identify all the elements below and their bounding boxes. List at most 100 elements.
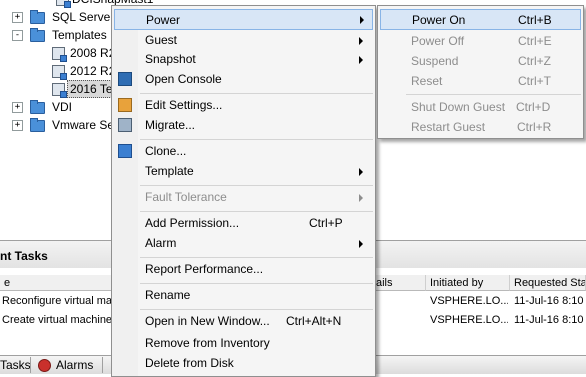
menu-item-shortcut: Ctrl+P [309, 216, 343, 230]
menu-item-edit-settings[interactable]: Edit Settings... [114, 95, 373, 116]
menu-item-template[interactable]: Template [114, 161, 373, 182]
menu-item-shortcut: Ctrl+B [518, 13, 552, 27]
menu-item-label: Shut Down Guest [411, 100, 506, 114]
folder-icon [30, 10, 45, 24]
menu-item-power-on[interactable]: Power On Ctrl+B [380, 9, 581, 30]
menu-item-open-new-window[interactable]: Open in New Window... Ctrl+Alt+N [114, 311, 373, 332]
menu-item-label: Power [146, 13, 181, 27]
menu-separator [140, 139, 373, 140]
menu-item-label: Add Permission... [145, 216, 240, 230]
migrate-icon [118, 118, 132, 132]
tree-item-label: Vmware Se [52, 118, 115, 132]
menu-item-label: Alarm [145, 236, 177, 250]
menu-item-shortcut: Ctrl+E [518, 34, 552, 48]
template-icon [52, 65, 67, 80]
power-submenu: Power On Ctrl+B Power Off Ctrl+E Suspend… [377, 5, 584, 139]
submenu-arrow-icon [359, 37, 363, 45]
tab-divider [30, 357, 31, 373]
menu-item-snapshot[interactable]: Snapshot [114, 49, 373, 70]
tasks-tab[interactable]: Tasks [0, 358, 31, 373]
menu-item-label: Reset [411, 74, 443, 88]
requested-start-cell: 11-Jul-16 8:10 [514, 295, 584, 307]
menu-item-delete-from-disk[interactable]: Delete from Disk [114, 353, 373, 374]
tree-item-label: 2012 R2 [70, 64, 116, 78]
tree-item-label: 2016 Te [67, 80, 116, 98]
column-header-details[interactable]: ails [372, 275, 426, 291]
tree-item-label: 2008 R2 [70, 46, 116, 60]
menu-item-label: Guest [145, 33, 178, 47]
initiated-by-cell: VSPHERE.LO... [430, 314, 508, 326]
menu-separator [140, 283, 373, 284]
folder-icon [30, 100, 45, 114]
template-icon [52, 47, 67, 62]
menu-item-guest[interactable]: Guest [114, 30, 373, 51]
menu-item-shut-down-guest[interactable]: Shut Down Guest Ctrl+D [380, 97, 581, 118]
menu-item-reset[interactable]: Reset Ctrl+T [380, 71, 581, 92]
menu-item-label: Restart Guest [411, 120, 486, 134]
menu-separator [140, 93, 373, 94]
tree-item-label: VDI [52, 100, 73, 114]
menu-item-fault-tolerance[interactable]: Fault Tolerance [114, 187, 373, 208]
menu-item-label: Fault Tolerance [145, 190, 227, 204]
vm-icon [56, 0, 71, 8]
template-icon [52, 83, 67, 98]
menu-separator [140, 257, 373, 258]
menu-item-label: Power Off [411, 34, 465, 48]
console-icon [118, 72, 132, 86]
menu-item-alarm[interactable]: Alarm [114, 233, 373, 254]
menu-item-power-off[interactable]: Power Off Ctrl+E [380, 31, 581, 52]
expand-icon[interactable]: + [12, 12, 23, 23]
submenu-arrow-icon [359, 56, 363, 64]
menu-item-label: Open Console [145, 72, 222, 86]
clone-icon [118, 144, 132, 158]
menu-item-suspend[interactable]: Suspend Ctrl+Z [380, 51, 581, 72]
menu-item-report-performance[interactable]: Report Performance... [114, 259, 373, 280]
menu-item-shortcut: Ctrl+R [517, 120, 552, 134]
menu-item-label: Delete from Disk [145, 356, 234, 370]
expand-icon[interactable]: + [12, 102, 23, 113]
alarms-tab[interactable]: Alarms [56, 358, 93, 373]
submenu-arrow-icon [359, 168, 363, 176]
initiated-by-cell: VSPHERE.LO... [430, 295, 508, 307]
expand-icon[interactable]: + [12, 120, 23, 131]
menu-item-shortcut: Ctrl+D [516, 100, 551, 114]
menu-item-restart-guest[interactable]: Restart Guest Ctrl+R [380, 117, 581, 138]
menu-item-power[interactable]: Power [114, 9, 373, 30]
context-menu: Power Guest Snapshot Open Console Edit S… [111, 5, 376, 377]
tree-item-label: Templates [52, 28, 107, 42]
menu-item-label: Template [145, 164, 194, 178]
menu-item-label: Power On [412, 13, 466, 27]
tab-divider [102, 357, 103, 373]
menu-item-label: Report Performance... [145, 262, 264, 276]
folder-icon [30, 118, 45, 132]
menu-item-rename[interactable]: Rename [114, 285, 373, 306]
menu-item-clone[interactable]: Clone... [114, 141, 373, 162]
menu-separator [140, 309, 373, 310]
alarm-icon [38, 359, 51, 372]
menu-separator [140, 211, 373, 212]
edit-settings-icon [118, 98, 132, 112]
menu-item-label: Remove from Inventory [145, 336, 270, 350]
collapse-icon[interactable]: - [12, 30, 23, 41]
menu-item-migrate[interactable]: Migrate... [114, 115, 373, 136]
menu-item-remove-from-inventory[interactable]: Remove from Inventory [114, 333, 373, 354]
menu-item-label: Open in New Window... [145, 314, 270, 328]
submenu-arrow-icon [359, 194, 363, 202]
submenu-arrow-icon [360, 16, 364, 24]
menu-item-shortcut: Ctrl+Alt+N [286, 314, 342, 328]
menu-item-open-console[interactable]: Open Console [114, 69, 373, 90]
menu-item-add-permission[interactable]: Add Permission... Ctrl+P [114, 213, 373, 234]
menu-item-label: Rename [145, 288, 191, 302]
folder-icon [30, 28, 45, 42]
menu-separator [140, 185, 373, 186]
menu-item-label: Clone... [145, 144, 187, 158]
submenu-arrow-icon [359, 240, 363, 248]
column-header-requested-start[interactable]: Requested Sta [510, 275, 586, 291]
column-header-initiated-by[interactable]: Initiated by [426, 275, 510, 291]
requested-start-cell: 11-Jul-16 8:10 [514, 314, 584, 326]
menu-item-shortcut: Ctrl+T [518, 74, 551, 88]
menu-separator [406, 94, 581, 95]
menu-item-shortcut: Ctrl+Z [518, 54, 551, 68]
menu-item-label: Snapshot [145, 52, 196, 66]
menu-item-label: Suspend [411, 54, 459, 68]
